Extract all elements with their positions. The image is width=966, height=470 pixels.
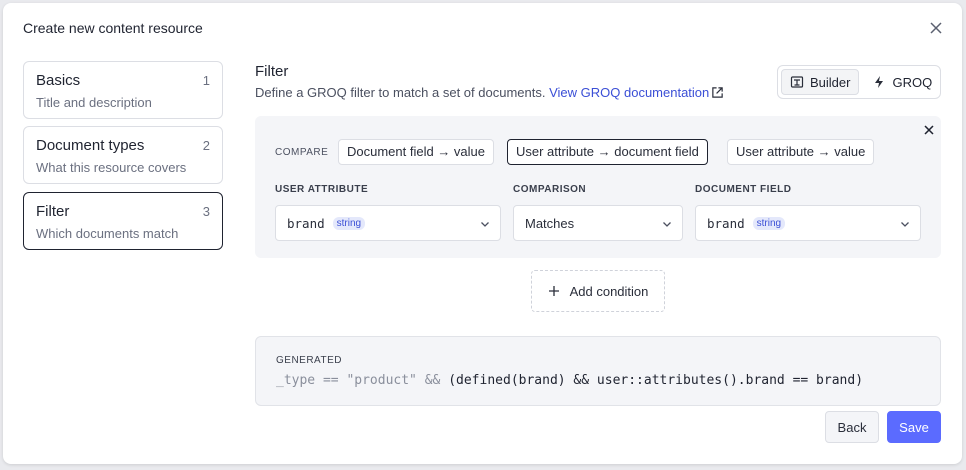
groq-documentation-link[interactable]: View GROQ documentation [549, 85, 724, 100]
generated-query-panel: GENERATED _type == "product" && (defined… [255, 336, 941, 406]
builder-icon [790, 76, 804, 88]
groq-label: GROQ [892, 74, 933, 90]
comparison-value: Matches [525, 215, 575, 231]
step-number: 1 [202, 73, 210, 88]
add-condition-label: Add condition [569, 283, 649, 299]
comparison-label: COMPARISON [513, 184, 587, 195]
builder-label: Builder [810, 74, 851, 90]
generated-label: GENERATED [276, 355, 342, 366]
remove-condition-icon[interactable] [923, 124, 935, 136]
document-field-label: DOCUMENT FIELD [695, 184, 792, 195]
comparison-select[interactable]: Matches [513, 205, 683, 241]
chevron-down-icon [663, 222, 671, 227]
external-link-icon [712, 87, 724, 98]
groq-mode-button[interactable]: GROQ [863, 69, 941, 95]
user-attribute-label: USER ATTRIBUTE [275, 184, 369, 195]
type-badge: string [752, 216, 786, 230]
step-basics[interactable]: Basics Title and description 1 [23, 61, 223, 119]
mode-toggle: Builder GROQ [777, 65, 941, 99]
generated-query-prefix: _type == "product" && [276, 373, 441, 388]
filter-description: Define a GROQ filter to match a set of d… [255, 85, 724, 100]
compare-option-document-field-value[interactable]: Document field → value [338, 139, 495, 165]
add-condition-button[interactable]: Add condition [531, 270, 665, 312]
generated-query: _type == "product" && (defined(brand) &&… [276, 373, 863, 388]
chevron-down-icon [481, 222, 489, 227]
compare-label: COMPARE [275, 147, 329, 158]
compare-option-user-attribute-value[interactable]: User attribute → value [727, 139, 875, 165]
document-field-value: brand [707, 215, 745, 231]
chevron-down-icon [901, 222, 909, 227]
doc-link-label: View GROQ documentation [549, 85, 710, 100]
builder-mode-button[interactable]: Builder [781, 69, 860, 95]
step-document-types[interactable]: Document types What this resource covers… [23, 126, 223, 184]
filter-heading: Filter [255, 63, 289, 80]
step-description: Title and description [36, 95, 152, 110]
create-resource-dialog: Create new content resource Basics Title… [3, 3, 962, 464]
back-button[interactable]: Back [825, 411, 879, 443]
type-badge: string [332, 216, 366, 230]
step-name: Document types [36, 137, 145, 154]
step-description: What this resource covers [36, 160, 187, 175]
plus-icon [548, 286, 559, 296]
document-field-select[interactable]: brand string [695, 205, 921, 241]
save-button[interactable]: Save [887, 411, 941, 443]
user-attribute-select[interactable]: brand string [275, 205, 501, 241]
filter-description-text: Define a GROQ filter to match a set of d… [255, 85, 546, 100]
step-description: Which documents match [36, 226, 179, 241]
step-number: 3 [202, 204, 210, 219]
close-icon[interactable] [928, 20, 944, 36]
condition-panel: COMPARE Document field → value User attr… [255, 116, 941, 258]
step-name: Basics [36, 72, 81, 89]
user-attribute-value: brand [287, 215, 325, 231]
groq-icon [875, 76, 884, 88]
dialog-title: Create new content resource [23, 20, 203, 36]
step-number: 2 [202, 138, 210, 153]
step-filter[interactable]: Filter Which documents match 3 [23, 192, 223, 250]
step-name: Filter [36, 203, 70, 220]
generated-query-main: (defined(brand) && user::attributes().br… [448, 373, 864, 388]
compare-option-user-attribute-document-field[interactable]: User attribute → document field [507, 139, 708, 165]
